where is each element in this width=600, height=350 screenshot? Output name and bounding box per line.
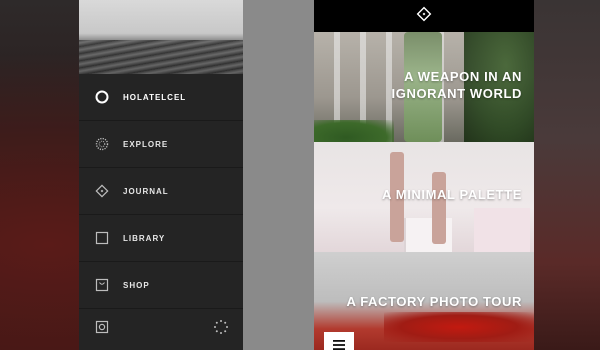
feed-card[interactable]: A WEAPON IN AN IGNORANT WORLD <box>314 32 534 142</box>
menu-item-label: HOLATELCEL <box>123 92 187 102</box>
pink-cube-photo <box>474 208 530 252</box>
dotted-circle-icon <box>95 137 109 151</box>
ocean-waves-image <box>79 40 243 74</box>
menu-item-label: EXPLORE <box>123 139 169 149</box>
menu-footer <box>79 308 243 350</box>
menu-item-explore[interactable]: EXPLORE <box>79 121 243 168</box>
bush-photo <box>314 120 394 142</box>
camera-icon[interactable] <box>95 320 109 339</box>
blurred-background-right <box>534 0 600 350</box>
menu-item-shop[interactable]: SHOP <box>79 262 243 309</box>
hamburger-icon <box>332 338 346 350</box>
figure-photo <box>432 172 446 244</box>
loading-spinner-icon <box>213 319 229 340</box>
feed-card[interactable]: A FACTORY PHOTO TOUR <box>314 252 534 350</box>
menu-item-journal[interactable]: JOURNAL <box>79 168 243 215</box>
card-title: A WEAPON IN AN IGNORANT WORLD <box>391 69 522 101</box>
menu-screen: HOLATELCEL EXPLORE JOURNAL LIBRARY SHOP <box>79 0 243 350</box>
menu-item-library[interactable]: LIBRARY <box>79 215 243 262</box>
menu-item-label: JOURNAL <box>123 186 169 196</box>
diamond-icon <box>95 184 109 198</box>
shop-box-icon <box>95 278 109 292</box>
feed-topbar <box>314 0 534 32</box>
feed-card[interactable]: A MINIMAL PALETTE <box>314 142 534 252</box>
menu-list: HOLATELCEL EXPLORE JOURNAL LIBRARY SHOP <box>79 74 243 309</box>
menu-item-label: LIBRARY <box>123 233 166 243</box>
square-icon <box>95 231 109 245</box>
gap-panel <box>243 0 314 350</box>
red-paint-photo <box>384 312 534 342</box>
menu-item-holatelcel[interactable]: HOLATELCEL <box>79 74 243 121</box>
vsco-diamond-logo-icon[interactable] <box>416 6 432 27</box>
feed-screen: A WEAPON IN AN IGNORANT WORLD A MINIMAL … <box>314 0 534 350</box>
circle-icon <box>95 90 109 104</box>
menu-hero-image <box>79 0 243 74</box>
card-title: A MINIMAL PALETTE <box>382 187 522 202</box>
menu-item-label: SHOP <box>123 280 150 290</box>
menu-button[interactable] <box>324 332 354 350</box>
card-title: A FACTORY PHOTO TOUR <box>346 294 522 309</box>
